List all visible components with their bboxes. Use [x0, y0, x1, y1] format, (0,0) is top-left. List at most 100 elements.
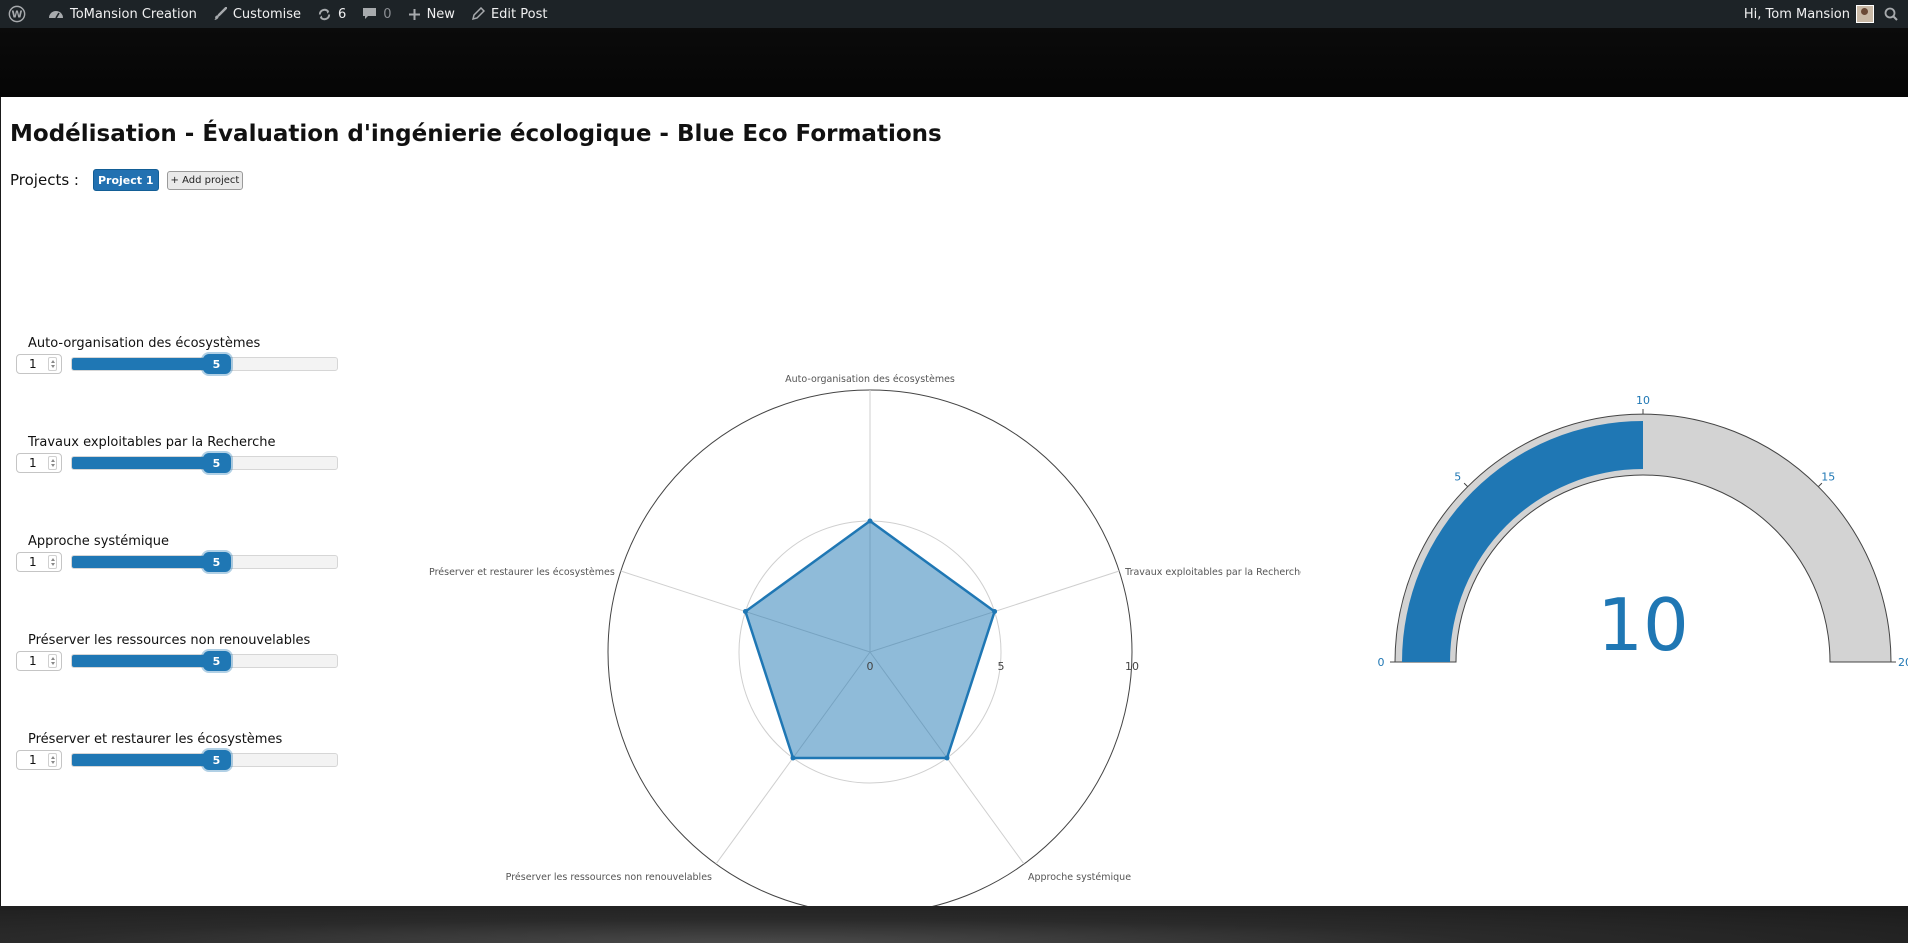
gauge-tick-label: 20	[1898, 656, 1908, 669]
customise-link[interactable]: Customise	[205, 0, 309, 28]
slider-track[interactable]: 5	[71, 453, 338, 473]
slider-track[interactable]: 5	[71, 552, 338, 572]
wordpress-icon: W	[8, 5, 26, 23]
spinner-arrows-icon[interactable]	[48, 357, 57, 371]
radar-axis-label: Approche systémique	[1028, 872, 1131, 883]
slider-handle[interactable]: 5	[202, 750, 231, 770]
slider-fill	[72, 457, 217, 469]
slider-group: Préserver et restaurer les écosystèmes 1 5	[16, 732, 346, 770]
gauge-tick	[1463, 482, 1468, 487]
radar-data-point	[867, 518, 873, 524]
stepper-value: 1	[29, 456, 37, 470]
footer-band	[0, 906, 1908, 943]
wordpress-logo-button[interactable]: W	[0, 0, 40, 28]
avatar	[1856, 5, 1874, 23]
gauge-value-number: 10	[1597, 583, 1689, 667]
stepper-value: 1	[29, 555, 37, 569]
comment-icon	[363, 8, 377, 19]
radar-axis-label: Préserver les ressources non renouvelabl…	[506, 872, 712, 883]
spinner-arrows-icon[interactable]	[48, 654, 57, 668]
radar-data-point	[790, 755, 796, 761]
project-1-button[interactable]: Project 1	[92, 169, 159, 191]
radar-series-area	[744, 519, 996, 760]
slider-row: 15	[16, 750, 346, 770]
my-account-link[interactable]: Hi, Tom Mansion	[1736, 0, 1878, 28]
gauge-tick-label: 10	[1636, 394, 1650, 407]
customise-label: Customise	[232, 6, 302, 22]
spinner-arrows-icon[interactable]	[48, 456, 57, 470]
site-name-label: ToMansion Creation	[70, 6, 197, 22]
slider-label: Auto-organisation des écosystèmes	[28, 336, 261, 351]
updates-link[interactable]: 6	[309, 0, 354, 28]
brush-icon	[213, 7, 227, 20]
gauge-tick-label: 15	[1821, 471, 1835, 484]
slider-group: Approche systémique 1 5	[16, 534, 346, 572]
radar-data-point	[944, 755, 950, 761]
gauge-chart: 0 5 10 15 20 10	[1378, 394, 1908, 669]
slider-track[interactable]: 5	[71, 750, 338, 770]
updates-icon	[318, 8, 331, 20]
slider-fill	[72, 655, 217, 667]
pencil-icon	[471, 7, 485, 21]
slider-handle[interactable]: 5	[202, 651, 231, 671]
number-stepper[interactable]: 1	[16, 651, 62, 671]
greeting-label: Hi, Tom Mansion	[1743, 6, 1850, 22]
slider-handle[interactable]: 5	[202, 552, 231, 572]
stepper-value: 1	[29, 357, 37, 371]
radar-axis-label: Préserver et restaurer les écosystèmes	[429, 567, 615, 578]
gauge-tick-label: 0	[1378, 656, 1385, 669]
slider-row: 15	[16, 453, 346, 473]
slider-group: Préserver les ressources non renouvelabl…	[16, 633, 346, 671]
radar-axis-label: Travaux exploitables par la Recherche	[1124, 567, 1301, 578]
slider-label: Travaux exploitables par la Recherche	[28, 435, 276, 450]
new-label: New	[426, 6, 455, 22]
svg-text:W: W	[12, 10, 23, 21]
slider-group: Auto-organisation des écosystèmes 1 5	[16, 336, 346, 374]
header-band	[0, 28, 1908, 97]
stepper-value: 1	[29, 753, 37, 767]
radar-data-point	[992, 609, 998, 615]
radar-chart: 0 5 10 Auto-organisation des écosystèmes Tra…	[429, 374, 1301, 915]
edit-post-label: Edit Post	[490, 6, 548, 22]
radar-axis-label: Auto-organisation des écosystèmes	[785, 374, 955, 385]
radar-tick-label: 5	[998, 660, 1005, 673]
new-content-link[interactable]: New	[400, 0, 463, 28]
add-project-button[interactable]: + Add project	[166, 170, 244, 190]
slider-group: Travaux exploitables par la Recherche 1 5	[16, 435, 346, 473]
number-stepper[interactable]: 1	[16, 354, 62, 374]
slider-row: 15	[16, 354, 346, 374]
gauge-tick-label: 5	[1454, 471, 1461, 484]
slider-handle[interactable]: 5	[202, 354, 231, 374]
slider-fill	[72, 358, 217, 370]
number-stepper[interactable]: 1	[16, 453, 62, 473]
slider-label: Préserver les ressources non renouvelabl…	[28, 633, 311, 648]
page-title: Modélisation - Évaluation d'ingénierie é…	[10, 121, 942, 147]
slider-label: Préserver et restaurer les écosystèmes	[28, 732, 283, 747]
radar-data-point	[742, 609, 748, 615]
admin-bar: W ToMansion Creation Customise 6 0 New E…	[0, 0, 1908, 28]
slider-track[interactable]: 5	[71, 651, 338, 671]
slider-track[interactable]: 5	[71, 354, 338, 374]
site-name-link[interactable]: ToMansion Creation	[40, 0, 205, 28]
comments-link[interactable]: 0	[354, 0, 399, 28]
comments-count: 0	[383, 6, 392, 22]
number-stepper[interactable]: 1	[16, 750, 62, 770]
updates-count: 6	[338, 6, 347, 22]
spinner-arrows-icon[interactable]	[48, 753, 57, 767]
number-stepper[interactable]: 1	[16, 552, 62, 572]
slider-label: Approche systémique	[28, 534, 170, 549]
projects-bar: Projects : Project 1 + Add project	[10, 169, 244, 191]
dashboard-icon	[49, 11, 63, 19]
plus-icon	[408, 8, 420, 20]
slider-fill	[72, 556, 217, 568]
main-content: Modélisation - Évaluation d'ingénierie é…	[1, 97, 1908, 915]
radar-tick-label: 10	[1125, 660, 1139, 673]
edit-post-link[interactable]: Edit Post	[463, 0, 556, 28]
spinner-arrows-icon[interactable]	[48, 555, 57, 569]
slider-handle[interactable]: 5	[202, 453, 231, 473]
search-button[interactable]	[1878, 0, 1908, 28]
projects-label: Projects :	[10, 171, 79, 189]
stepper-value: 1	[29, 654, 37, 668]
slider-fill	[72, 754, 217, 766]
slider-row: 15	[16, 651, 346, 671]
